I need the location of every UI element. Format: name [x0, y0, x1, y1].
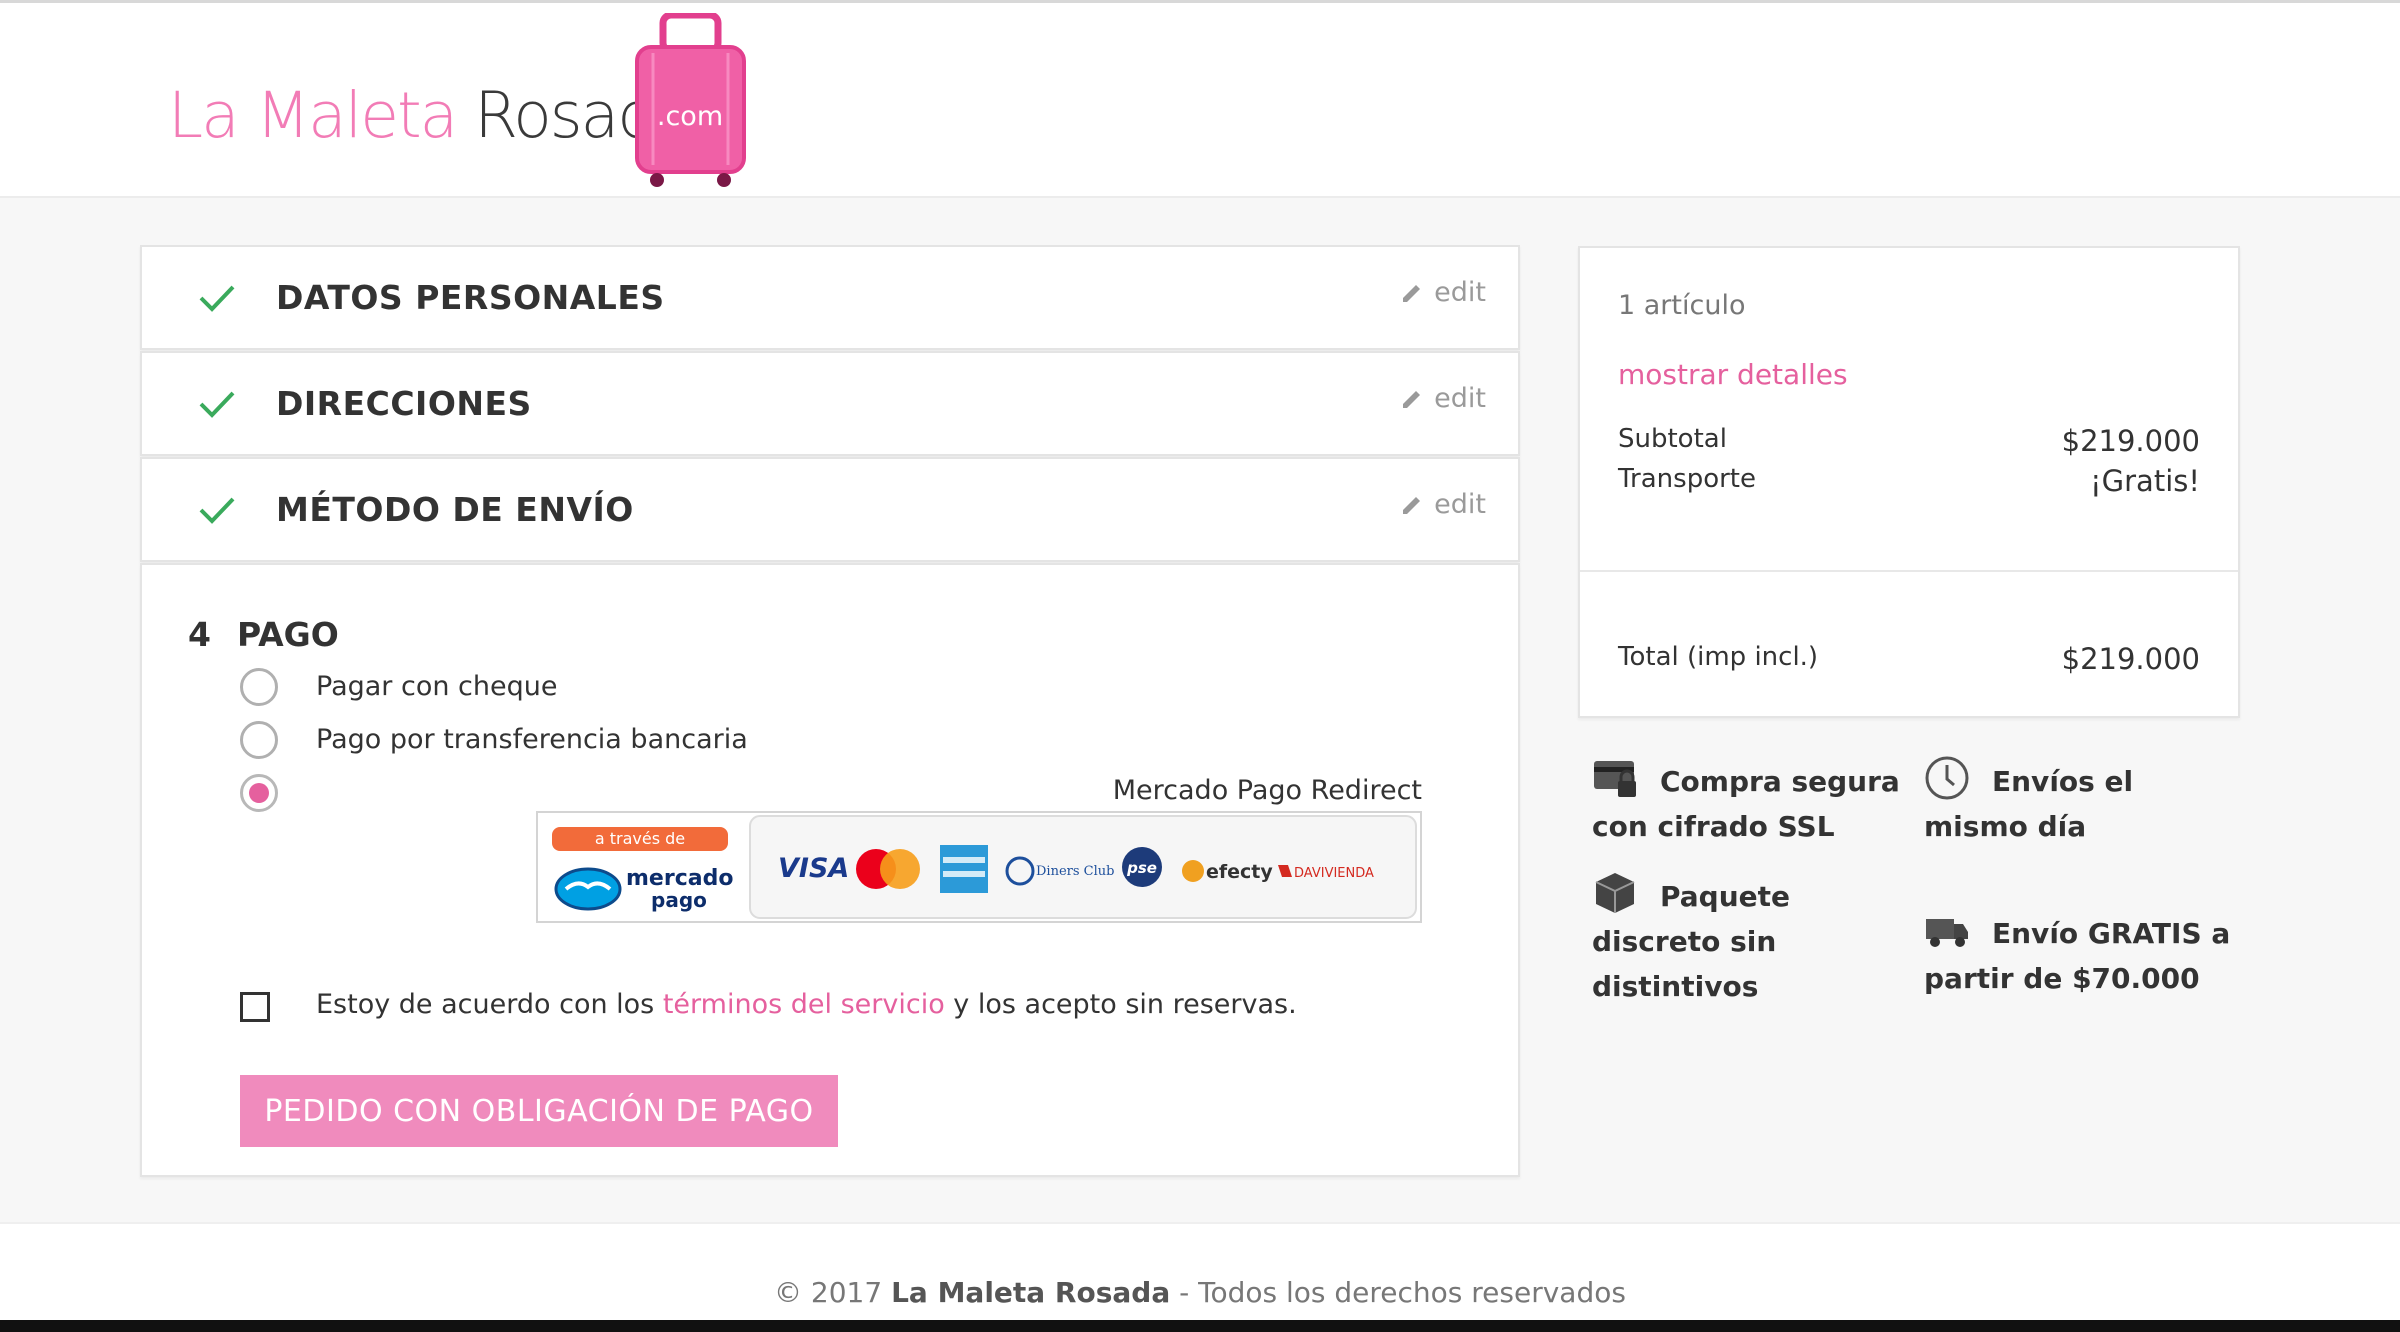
copyright-prefix: © 2017: [774, 1276, 892, 1309]
check-icon: [199, 497, 235, 524]
pencil-icon: [1403, 496, 1421, 514]
feature-shipping-line2: partir de $70.000: [1924, 962, 2200, 995]
terms-text-after: y los acepto sin reservas.: [944, 989, 1297, 1020]
copyright-suffix: - Todos los derechos reservados: [1170, 1276, 1626, 1309]
step-title: DIRECCIONES: [276, 384, 532, 423]
edit-label: edit: [1434, 277, 1486, 308]
feature-same-day-line2: mismo día: [1924, 810, 2087, 843]
item-count: 1 artículo: [1618, 290, 1746, 321]
shipping-value: ¡Gratis!: [2090, 464, 2200, 498]
terms-text-before: Estoy de acuerdo con los: [316, 989, 663, 1020]
subtotal-label: Subtotal: [1618, 424, 1727, 454]
edit-link[interactable]: edit: [1400, 383, 1486, 414]
credit-card-lock-icon: [1594, 761, 1636, 797]
feature-ssl: Compra segura con cifrado SSL: [1592, 755, 1900, 849]
summary-divider: [1580, 570, 2238, 572]
svg-text:DAVIVIENDA: DAVIVIENDA: [1294, 866, 1374, 881]
payment-radio-cheque[interactable]: [240, 668, 278, 706]
shipping-label: Transporte: [1618, 464, 1756, 494]
step-title: MÉTODO DE ENVÍO: [276, 490, 634, 529]
check-icon: [199, 391, 235, 418]
pencil-icon: [1403, 284, 1421, 302]
feature-package-line3: distintivos: [1592, 970, 1759, 1003]
step-title: 4 PAGO: [188, 615, 339, 654]
step-title-text: PAGO: [236, 615, 339, 654]
check-icon: [199, 285, 235, 312]
payment-option-cheque-label[interactable]: Pagar con cheque: [316, 671, 557, 702]
feature-shipping-line1: Envío GRATIS a: [1992, 917, 2231, 950]
mercado-pago-banner-graphic: a través de mercado pago VISA Diners Clu…: [552, 815, 1417, 919]
amex-logo: [940, 845, 988, 893]
logo-badge-text: .com: [657, 101, 723, 132]
feature-discreet-package: Paquete discreto sin distintivos: [1592, 870, 1790, 1009]
edit-link[interactable]: edit: [1400, 277, 1486, 308]
edit-link[interactable]: edit: [1400, 489, 1486, 520]
svg-text:pse: pse: [1126, 859, 1157, 877]
svg-text:efecty: efecty: [1206, 861, 1273, 883]
total-row: Total (imp incl.) $219.000: [1618, 642, 2200, 676]
svg-text:Diners Club: Diners Club: [1036, 864, 1114, 879]
terms-link[interactable]: términos del servicio: [663, 989, 945, 1020]
mp-brand-line2: pago: [651, 888, 707, 912]
logo-text-la-maleta: La Maleta: [168, 79, 475, 152]
pencil-icon: [1403, 390, 1421, 408]
mercado-pago-banner[interactable]: a través de mercado pago VISA Diners Clu…: [536, 811, 1422, 923]
window-bottom-edge: [0, 1320, 2400, 1332]
clock-icon: [1925, 756, 1969, 800]
step-number: 4: [188, 615, 211, 654]
payment-radio-transferencia[interactable]: [240, 721, 278, 759]
total-value: $219.000: [2061, 642, 2200, 676]
suitcase-logo-icon: .com: [635, 13, 746, 187]
mercado-pago-option-label: Mercado Pago Redirect: [1112, 775, 1422, 806]
copyright-text: © 2017 La Maleta Rosada - Todos los dere…: [0, 1276, 2400, 1309]
efecty-logo: [1182, 860, 1204, 882]
logo-wordmark: La Maleta Rosada: [168, 79, 694, 152]
total-label: Total (imp incl.): [1618, 642, 1819, 672]
order-summary: 1 artículo mostrar detalles Subtotal $21…: [1578, 246, 2240, 718]
show-details-link[interactable]: mostrar detalles: [1618, 358, 1848, 391]
step-pago: 4 PAGO Pagar con cheque Pago por transfe…: [140, 563, 1520, 1177]
visa-logo: VISA: [778, 853, 849, 884]
payment-radio-mercado-pago[interactable]: [240, 774, 278, 812]
edit-label: edit: [1434, 383, 1486, 414]
feature-free-shipping: Envío GRATIS a partir de $70.000: [1924, 907, 2230, 1001]
shipping-row: Transporte ¡Gratis!: [1618, 464, 2200, 498]
step-title: DATOS PERSONALES: [276, 278, 665, 317]
site-header: La Maleta Rosada .com: [0, 0, 2400, 198]
site-logo[interactable]: La Maleta Rosada .com: [168, 13, 768, 188]
feature-package-line1: Paquete: [1660, 880, 1791, 913]
site-footer: © 2017 La Maleta Rosada - Todos los dere…: [0, 1222, 2400, 1320]
mp-tag-text: a través de: [595, 829, 685, 848]
package-icon: [1595, 873, 1635, 913]
step-direcciones[interactable]: DIRECCIONES edit: [140, 351, 1520, 456]
feature-same-day-line1: Envíos el: [1992, 765, 2134, 798]
subtotal-value: $219.000: [2061, 424, 2200, 458]
payment-option-transferencia-label[interactable]: Pago por transferencia bancaria: [316, 724, 748, 755]
edit-label: edit: [1434, 489, 1486, 520]
step-metodo-de-envio[interactable]: MÉTODO DE ENVÍO edit: [140, 457, 1520, 562]
feature-same-day: Envíos el mismo día: [1924, 755, 2133, 849]
copyright-brand: La Maleta Rosada: [891, 1276, 1171, 1309]
step-datos-personales[interactable]: DATOS PERSONALES edit: [140, 245, 1520, 350]
feature-ssl-line2: con cifrado SSL: [1592, 810, 1835, 843]
place-order-button[interactable]: PEDIDO CON OBLIGACIÓN DE PAGO: [240, 1075, 838, 1147]
terms-label: Estoy de acuerdo con los términos del se…: [316, 989, 1297, 1020]
feature-ssl-line1: Compra segura: [1660, 765, 1900, 798]
truck-icon: [1926, 919, 1968, 947]
terms-checkbox[interactable]: [240, 992, 270, 1022]
subtotal-row: Subtotal $219.000: [1618, 424, 2200, 458]
feature-package-line2: discreto sin: [1592, 925, 1777, 958]
